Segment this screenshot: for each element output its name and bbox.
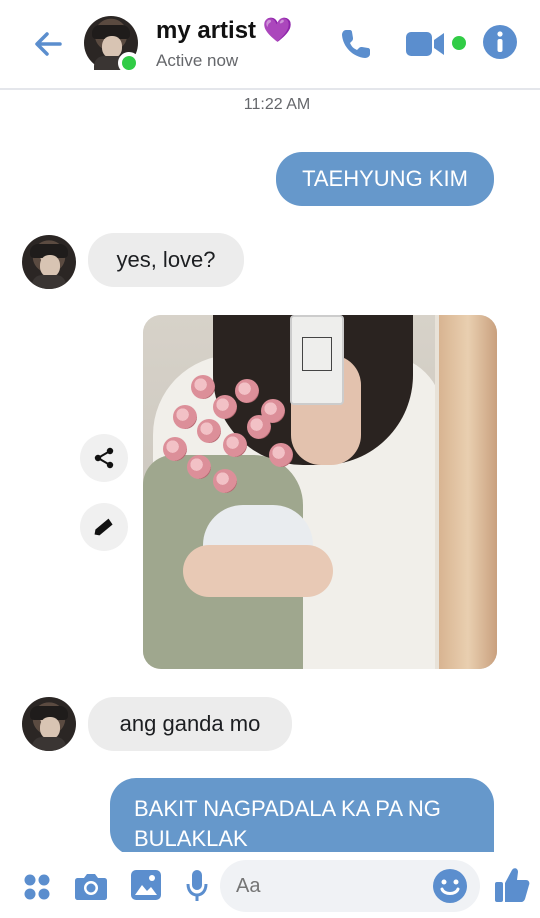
photo-message[interactable] bbox=[143, 315, 497, 669]
share-icon bbox=[94, 447, 114, 469]
rose bbox=[213, 469, 237, 493]
contact-name[interactable]: my artist 💜 bbox=[156, 16, 293, 45]
contact-avatar-small bbox=[22, 697, 76, 751]
share-button[interactable] bbox=[80, 434, 128, 482]
incoming-message[interactable]: yes, love? bbox=[88, 233, 244, 287]
info-icon[interactable] bbox=[482, 24, 518, 60]
purple-heart-emoji: 💜 bbox=[262, 17, 293, 44]
contact-avatar-small bbox=[22, 235, 76, 289]
chat-header: my artist 💜 Active now bbox=[0, 0, 540, 90]
edit-photo-button[interactable] bbox=[80, 503, 128, 551]
outgoing-message[interactable]: TAEHYUNG KIM bbox=[276, 152, 494, 206]
video-active-dot bbox=[452, 36, 466, 50]
arrow-left-icon[interactable] bbox=[28, 24, 68, 64]
avatar-shirt bbox=[32, 275, 66, 289]
rose bbox=[213, 395, 237, 419]
rose bbox=[173, 405, 197, 429]
video-camera-icon[interactable] bbox=[404, 27, 448, 61]
avatar-shirt bbox=[32, 737, 66, 751]
phone-case-art bbox=[302, 337, 332, 371]
phone-icon[interactable] bbox=[336, 24, 376, 64]
photo-arm bbox=[183, 545, 333, 597]
image-icon[interactable] bbox=[130, 869, 162, 901]
smiley-icon[interactable] bbox=[432, 868, 468, 904]
rose bbox=[163, 437, 187, 461]
avatar-face bbox=[40, 717, 60, 739]
rose bbox=[261, 399, 285, 423]
rose bbox=[223, 433, 247, 457]
avatar-face bbox=[102, 36, 122, 58]
online-status-dot bbox=[118, 52, 140, 74]
pencil-icon bbox=[94, 518, 113, 536]
message-input[interactable] bbox=[236, 860, 426, 912]
incoming-message[interactable]: ang ganda mo bbox=[88, 697, 292, 751]
photo-door bbox=[439, 315, 497, 669]
rose bbox=[235, 379, 259, 403]
rose bbox=[269, 443, 293, 467]
avatar-face bbox=[40, 255, 60, 277]
contact-name-text: my artist bbox=[156, 17, 257, 44]
active-status: Active now bbox=[156, 51, 239, 70]
outgoing-message[interactable]: BAKIT NAGPADALA KA PA NG BULAKLAK bbox=[110, 778, 494, 856]
four-dots-icon[interactable] bbox=[22, 872, 52, 902]
camera-icon[interactable] bbox=[74, 870, 108, 902]
photo-phone bbox=[290, 315, 344, 405]
rose bbox=[191, 375, 215, 399]
rose bbox=[187, 455, 211, 479]
rose bbox=[197, 419, 221, 443]
thumbs-up-icon[interactable] bbox=[494, 866, 530, 904]
chat-timestamp: 11:22 AM bbox=[243, 96, 311, 113]
microphone-icon[interactable] bbox=[186, 869, 208, 903]
